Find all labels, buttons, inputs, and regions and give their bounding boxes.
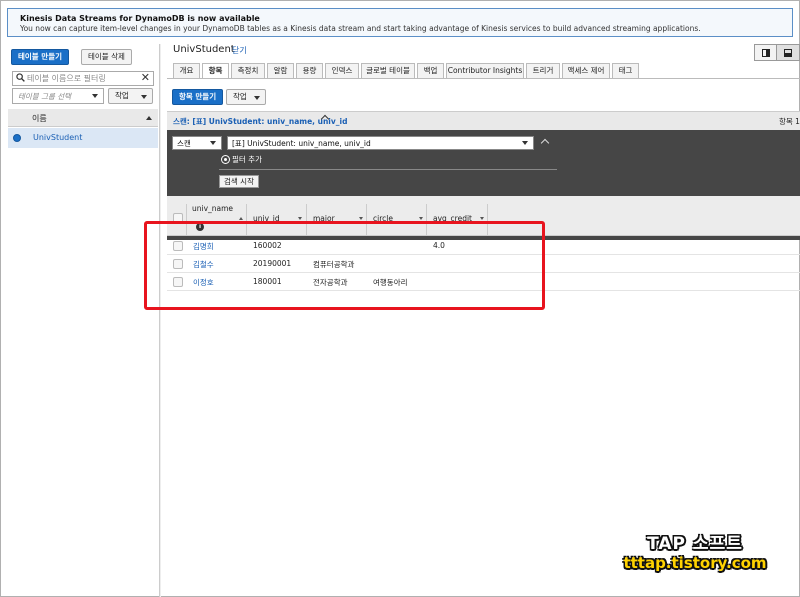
banner-title: Kinesis Data Streams for DynamoDB is now… — [20, 14, 260, 23]
chevron-down-icon — [522, 141, 528, 145]
search-icon — [16, 73, 25, 82]
add-filter-label: 필터 추가 — [232, 155, 262, 164]
start-search-button[interactable]: 검색 시작 — [219, 175, 259, 188]
tab-overview[interactable]: 개요 — [173, 63, 200, 78]
layout-toggle[interactable] — [754, 44, 800, 61]
table-group-placeholder: 테이블 그룹 선택 — [18, 92, 72, 101]
table-title: UnivStudent — [173, 44, 235, 55]
column-menu-icon[interactable] — [298, 217, 302, 220]
chevron-down-icon — [210, 141, 216, 145]
tab-indexes[interactable]: 인덱스 — [325, 63, 359, 78]
sidebar-actions-button[interactable]: 작업 — [108, 88, 153, 104]
tab-contributor-insights[interactable]: Contributor Insights — [446, 63, 524, 78]
panel-divider[interactable] — [159, 44, 161, 597]
scan-summary-bar[interactable]: 스캔: [표] UnivStudent: univ_name, univ_id … — [167, 111, 800, 130]
query-mode-value: 스캔 — [177, 139, 191, 148]
watermark-url: tttap.tistory.com — [623, 554, 767, 572]
add-filter-button[interactable]: 필터 추가 — [222, 154, 262, 165]
table-list-item[interactable]: UnivStudent — [8, 128, 158, 148]
items-actions-button[interactable]: 작업 — [226, 89, 266, 105]
column-menu-icon[interactable] — [419, 217, 423, 220]
items-count: 항목 1 — [779, 117, 800, 126]
chevron-down-icon — [141, 95, 147, 99]
watermark: TAP 소프트 tttap.tistory.com — [615, 534, 775, 572]
index-value: [표] UnivStudent: univ_name, univ_id — [232, 139, 371, 148]
table-list-panel: 테이블 만들기 테이블 삭제 테이블 이름으로 필터링 ✕ 테이블 그룹 선택 … — [8, 44, 158, 597]
items-actions-label: 작업 — [233, 92, 247, 101]
tab-alarms[interactable]: 알람 — [267, 63, 294, 78]
highlight-box — [144, 221, 545, 310]
column-header-univ-name[interactable]: univ_name — [192, 204, 233, 213]
table-filter-placeholder: 테이블 이름으로 필터링 — [27, 74, 106, 83]
table-list-header[interactable]: 이름 — [8, 109, 158, 127]
clear-icon[interactable]: ✕ — [141, 71, 150, 85]
kinesis-banner: Kinesis Data Streams for DynamoDB is now… — [7, 8, 793, 37]
tab-access-control[interactable]: 액세스 제어 — [562, 63, 610, 78]
table-group-select[interactable]: 테이블 그룹 선택 — [12, 88, 104, 104]
create-item-button[interactable]: 항목 만들기 — [172, 89, 224, 105]
column-menu-icon[interactable] — [359, 217, 363, 220]
table-filter-input[interactable]: 테이블 이름으로 필터링 ✕ — [12, 71, 154, 86]
banner-description: You now can capture item-level changes i… — [20, 24, 701, 33]
close-link[interactable]: 닫기 — [232, 45, 247, 56]
split-vertical-icon — [762, 49, 770, 57]
chevron-up-icon[interactable] — [540, 138, 550, 148]
tab-backups[interactable]: 백업 — [417, 63, 444, 78]
index-select[interactable]: [표] UnivStudent: univ_name, univ_id — [227, 136, 534, 150]
tab-tags[interactable]: 태그 — [612, 63, 639, 78]
add-filter-radio-icon — [222, 156, 229, 163]
create-table-button[interactable]: 테이블 만들기 — [11, 49, 70, 65]
table-select-radio[interactable] — [13, 134, 21, 142]
chevron-down-icon — [254, 96, 260, 100]
table-name-link[interactable]: UnivStudent — [33, 133, 82, 142]
delete-table-button[interactable]: 테이블 삭제 — [81, 49, 132, 65]
filter-separator — [219, 169, 557, 170]
tab-global-tables[interactable]: 글로벌 테이블 — [361, 63, 415, 78]
chevron-down-icon — [92, 94, 98, 98]
tab-items[interactable]: 항목 — [202, 63, 229, 79]
watermark-brand: TAP 소프트 — [647, 534, 743, 554]
query-mode-select[interactable]: 스캔 — [172, 136, 222, 150]
sort-asc-icon — [146, 116, 152, 120]
tab-capacity[interactable]: 용량 — [296, 63, 323, 78]
name-column-header: 이름 — [32, 114, 47, 123]
tab-metrics[interactable]: 측정치 — [231, 63, 265, 78]
split-horizontal-button[interactable] — [777, 45, 799, 60]
sort-asc-icon[interactable] — [239, 217, 243, 220]
column-menu-icon[interactable] — [480, 217, 484, 220]
table-detail-panel: UnivStudent 닫기 개요 항목 측정치 알람 용량 인덱스 글로벌 테… — [167, 44, 800, 597]
tab-underline — [167, 78, 800, 79]
sidebar-actions-label: 작업 — [115, 91, 129, 100]
tab-triggers[interactable]: 트리거 — [526, 63, 560, 78]
split-vertical-button[interactable] — [755, 45, 777, 60]
split-horizontal-icon — [784, 49, 792, 57]
